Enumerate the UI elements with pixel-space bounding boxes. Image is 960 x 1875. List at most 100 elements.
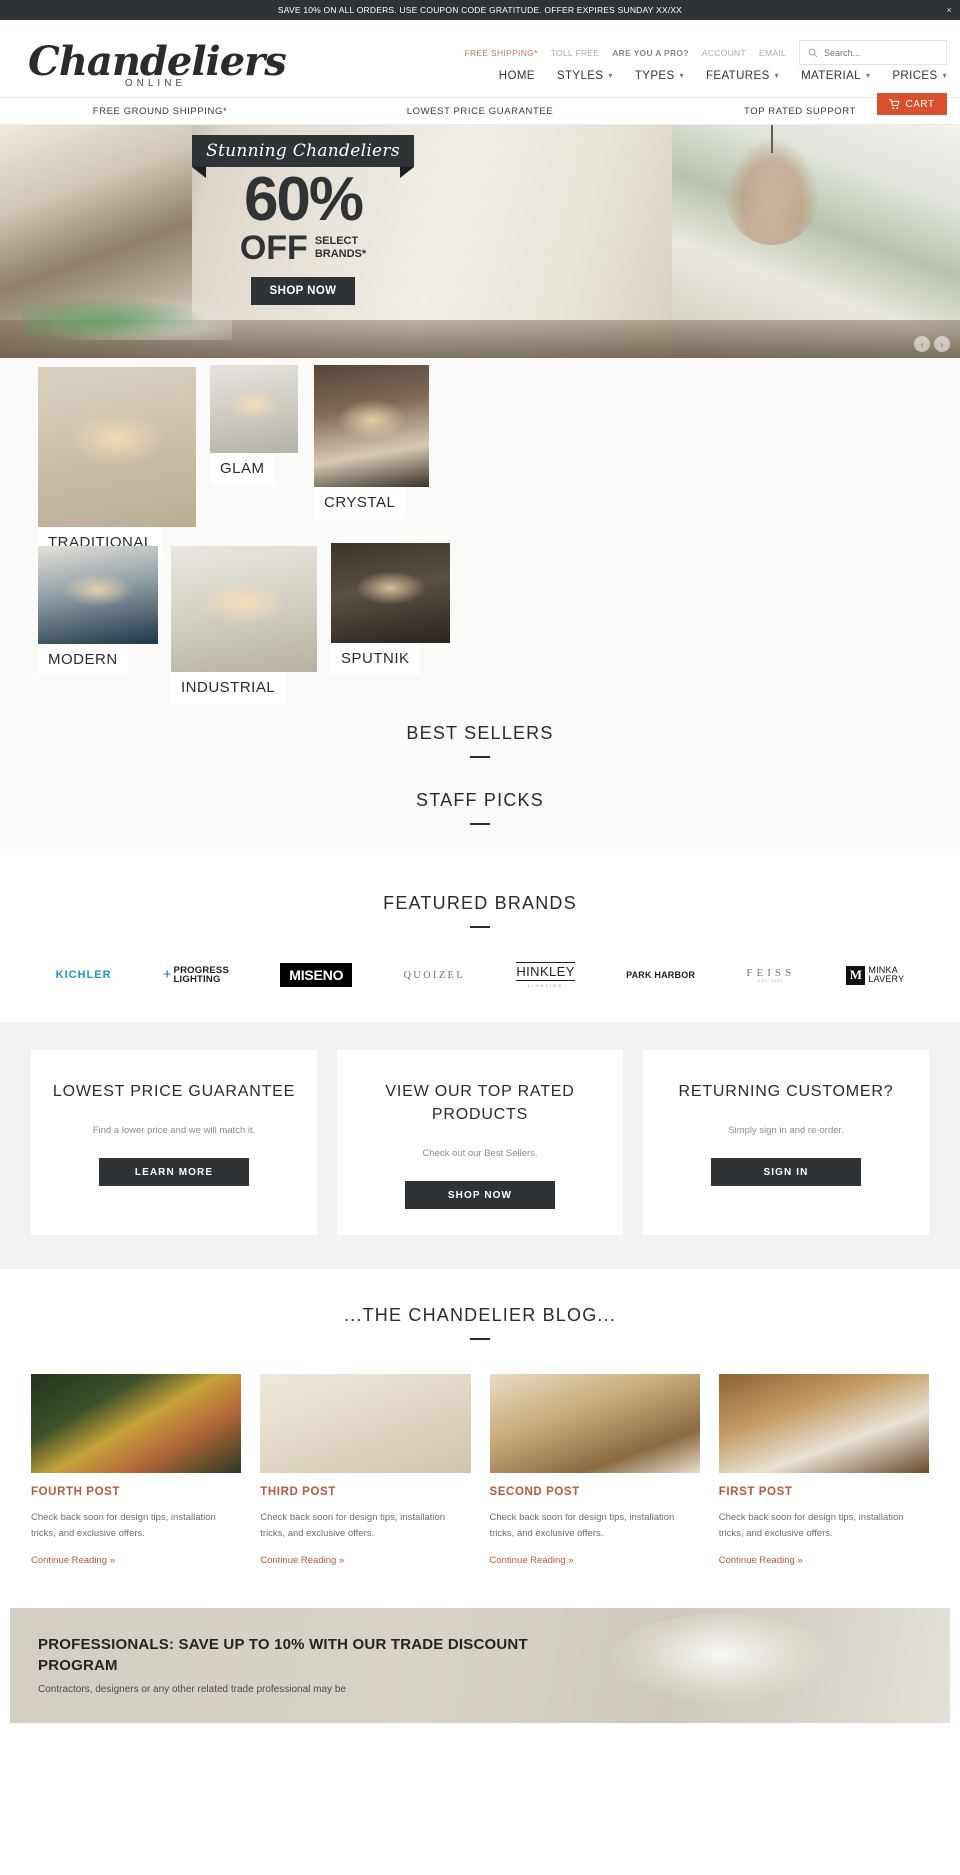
brand-name: QUOIZEL <box>403 969 466 981</box>
category-grid: TRADITIONAL GLAM CRYSTAL MODERN INDUSTRI… <box>0 358 960 704</box>
brand-miseno[interactable]: MISENO <box>280 960 353 990</box>
blog-post-thumbnail <box>31 1374 242 1473</box>
category-traditional[interactable]: TRADITIONAL <box>38 367 196 559</box>
blog-post-card[interactable]: THIRD POST Check back soon for design ti… <box>260 1374 471 1566</box>
chevron-right-icon[interactable]: › <box>934 336 950 352</box>
category-label: MODERN <box>38 644 128 676</box>
util-link-toll-free[interactable]: TOLL FREE <box>551 48 600 58</box>
brand-progress-lighting[interactable]: + PROGRESS LIGHTING <box>163 960 229 990</box>
lamp-glow-decor <box>69 411 165 467</box>
blog-post-card[interactable]: FOURTH POST Check back soon for design t… <box>31 1374 242 1566</box>
continue-reading-link[interactable]: Continue Reading » <box>719 1555 929 1566</box>
util-link-free-shipping[interactable]: FREE SHIPPING* <box>465 48 538 58</box>
category-image <box>331 543 450 643</box>
brand-feiss[interactable]: FEISS EST. 1955 <box>746 960 795 990</box>
category-label: GLAM <box>210 453 275 485</box>
chevron-down-icon: ▾ <box>942 71 947 80</box>
category-image <box>210 365 298 453</box>
nav-item-prices[interactable]: PRICES ▾ <box>892 70 947 82</box>
category-image <box>38 546 158 644</box>
brand-subtext: LIGHTING <box>528 983 564 988</box>
brand-quoizel[interactable]: QUOIZEL <box>404 960 466 990</box>
brand-name: HINKLEY <box>516 962 575 981</box>
promo-title: RETURNING CUSTOMER? <box>678 1083 894 1100</box>
brand-name: FEISS <box>746 967 796 979</box>
category-glam[interactable]: GLAM <box>210 365 298 485</box>
promo-subtext: Find a lower price and we will match it. <box>92 1125 256 1136</box>
brand-name: KICHLER <box>55 969 112 981</box>
brand-name-secondary: LAVERY <box>868 974 905 984</box>
blog-post-card[interactable]: SECOND POST Check back soon for design t… <box>489 1374 700 1566</box>
category-modern[interactable]: MODERN <box>38 546 158 676</box>
sign-in-button[interactable]: SIGN IN <box>711 1158 861 1186</box>
close-icon[interactable]: × <box>947 5 952 15</box>
brand-name: MISENO <box>280 963 353 987</box>
benefit-free-shipping: FREE GROUND SHIPPING* <box>92 105 228 117</box>
promo-subtext: Check out our Best Sellers. <box>422 1148 538 1159</box>
hero-chandelier-decor <box>724 137 820 245</box>
category-image <box>38 367 196 527</box>
trade-program-banner[interactable]: PROFESSIONALS: SAVE UP TO 10% WITH OUR T… <box>10 1608 950 1723</box>
trade-title: PROFESSIONALS: SAVE UP TO 10% WITH OUR T… <box>38 1636 528 1674</box>
nav-item-material[interactable]: MATERIAL ▾ <box>801 70 870 82</box>
category-industrial[interactable]: INDUSTRIAL <box>171 546 317 704</box>
continue-reading-link[interactable]: Continue Reading » <box>260 1555 470 1566</box>
category-sputnik[interactable]: SPUTNIK <box>331 543 450 675</box>
lamp-glow-decor <box>227 389 281 420</box>
divider <box>470 756 490 758</box>
utility-nav: FREE SHIPPING* TOLL FREE ARE YOU A PRO? … <box>465 40 947 65</box>
hero-shop-now-button[interactable]: SHOP NOW <box>251 277 355 305</box>
nav-item-home[interactable]: HOME <box>499 70 535 82</box>
promo-subtext: Simply sign in and re-order. <box>728 1125 844 1136</box>
blog-post-thumbnail <box>489 1374 700 1473</box>
nav-item-features[interactable]: FEATURES ▾ <box>706 70 779 82</box>
search-box[interactable] <box>799 40 947 65</box>
brand-name-secondary: LIGHTING <box>173 974 221 985</box>
brand-hinkley[interactable]: HINKLEY LIGHTING <box>516 960 575 990</box>
nav-label: HOME <box>498 70 535 82</box>
blog-post-thumbnail <box>260 1374 471 1473</box>
blog-post-card[interactable]: FIRST POST Check back soon for design ti… <box>718 1374 929 1566</box>
main-navigation: HOME STYLES ▾ TYPES ▾ FEATURES ▾ MATERIA… <box>499 70 947 82</box>
nav-label: FEATURES <box>705 70 770 82</box>
lamp-glow-decor <box>62 573 134 607</box>
brand-kichler[interactable]: KICHLER <box>56 960 112 990</box>
category-crystal[interactable]: CRYSTAL <box>314 365 429 519</box>
promo-card-returning-customer: RETURNING CUSTOMER? Simply sign in and r… <box>643 1050 929 1235</box>
chevron-left-icon[interactable]: ‹ <box>914 336 930 352</box>
hero-carousel-controls: ‹ › <box>914 336 950 352</box>
promo-card-lowest-price: LOWEST PRICE GUARANTEE Find a lower pric… <box>31 1050 317 1235</box>
learn-more-button[interactable]: LEARN MORE <box>99 1158 249 1186</box>
cart-button[interactable]: CART <box>877 93 947 115</box>
featured-brands-heading: FEATURED BRANDS <box>383 893 577 913</box>
nav-item-types[interactable]: TYPES ▾ <box>635 70 684 82</box>
promo-title: LOWEST PRICE GUARANTEE <box>52 1083 296 1100</box>
hero-ribbon: Stunning Chandeliers <box>192 135 414 178</box>
continue-reading-link[interactable]: Continue Reading » <box>490 1555 700 1566</box>
trade-chandelier-decor <box>610 1614 830 1704</box>
blog-post-title: FOURTH POST <box>31 1486 121 1498</box>
chevron-down-icon: ▾ <box>679 71 684 80</box>
featured-brands-section: FEATURED BRANDS KICHLER + PROGRESS LIGHT… <box>0 855 960 1022</box>
continue-reading-link[interactable]: Continue Reading » <box>31 1555 241 1566</box>
brand-subtext: EST. 1955 <box>758 979 784 983</box>
hero-select-line1: SELECT <box>314 235 359 247</box>
blog-post-list: FOURTH POST Check back soon for design t… <box>0 1340 960 1566</box>
nav-label: PRICES <box>892 70 938 82</box>
chevron-down-icon: ▾ <box>865 71 871 80</box>
util-link-account[interactable]: ACCOUNT <box>702 48 746 58</box>
blog-section: ...THE CHANDELIER BLOG... FOURTH POST Ch… <box>0 1269 960 1596</box>
util-link-email[interactable]: EMAIL <box>759 48 786 58</box>
util-link-are-you-a-pro[interactable]: ARE YOU A PRO? <box>612 48 689 58</box>
site-logo[interactable]: Chandeliers ONLINE <box>28 38 287 90</box>
brand-park-harbor[interactable]: PARK HARBOR <box>626 960 695 990</box>
minka-monogram-icon: M <box>846 965 866 985</box>
brand-minka-lavery[interactable]: M MINKA LAVERY <box>846 960 904 990</box>
hero-percent: 60% <box>243 165 364 234</box>
logo-wordmark: Chandeliers <box>28 38 287 85</box>
site-header: Chandeliers ONLINE FREE SHIPPING* TOLL F… <box>0 20 960 115</box>
search-input[interactable] <box>824 47 938 58</box>
nav-item-styles[interactable]: STYLES ▾ <box>557 70 613 82</box>
announcement-bar: SAVE 10% ON ALL ORDERS. USE COUPON CODE … <box>0 0 960 20</box>
shop-now-button[interactable]: SHOP NOW <box>405 1181 555 1209</box>
